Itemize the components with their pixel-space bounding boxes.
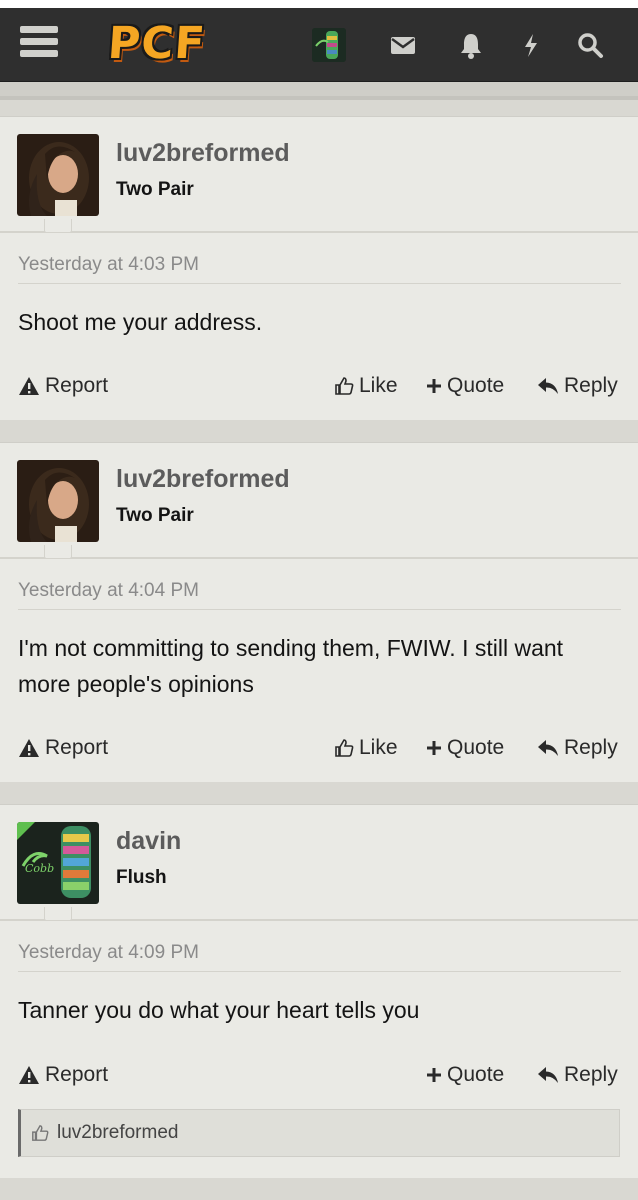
warning-icon: [19, 1066, 39, 1084]
avatar[interactable]: [17, 134, 99, 216]
like-label: Like: [359, 736, 398, 759]
thumbs-up-icon: [335, 377, 354, 395]
user-title: Two Pair: [116, 179, 194, 200]
like-button[interactable]: Like: [334, 374, 398, 398]
reply-button[interactable]: Reply: [537, 736, 618, 760]
post: luv2breformed Two Pair Yesterday at 4:04…: [0, 442, 638, 782]
reply-label: Reply: [564, 736, 618, 759]
divider: [18, 971, 621, 972]
reply-arrow-icon: [538, 1067, 558, 1083]
post-message: Shoot me your address.: [18, 309, 263, 335]
quote-label: Quote: [447, 736, 505, 759]
username[interactable]: davin: [116, 827, 181, 856]
liked-by-user[interactable]: luv2breformed: [57, 1122, 178, 1144]
bolt-icon[interactable]: [516, 30, 546, 60]
reply-label: Reply: [564, 374, 618, 397]
svg-text:Cobb: Cobb: [25, 862, 54, 875]
header-notch: [44, 545, 72, 559]
plus-icon: [427, 1068, 441, 1082]
search-icon[interactable]: [575, 30, 605, 60]
plus-icon: [427, 741, 441, 755]
post-actions: Report Like Quote Reply: [0, 736, 638, 766]
top-navigation-bar: PCF: [0, 8, 638, 82]
user-avatar-nav[interactable]: [312, 28, 346, 62]
post-header: Cobb davin Flush: [0, 805, 638, 921]
quote-button[interactable]: Quote: [426, 374, 504, 398]
quote-button[interactable]: Quote: [426, 736, 504, 760]
header-notch: [44, 907, 72, 921]
user-title: Two Pair: [116, 505, 194, 526]
reply-button[interactable]: Reply: [537, 1063, 618, 1087]
post-actions: Report Like Quote Reply: [0, 374, 638, 404]
site-logo[interactable]: PCF: [106, 18, 207, 69]
warning-icon: [19, 739, 39, 757]
post: Cobb davin Flush Yesterday at 4:09 PM Ta…: [0, 804, 638, 1178]
report-label: Report: [45, 736, 109, 759]
post-header: luv2breformed Two Pair: [0, 443, 638, 559]
thumbs-up-icon: [335, 739, 354, 757]
avatar[interactable]: [17, 460, 99, 542]
post: luv2breformed Two Pair Yesterday at 4:03…: [0, 116, 638, 420]
like-label: Like: [359, 374, 398, 397]
menu-icon[interactable]: [20, 26, 58, 62]
thumbs-up-icon: [32, 1125, 49, 1141]
report-button[interactable]: Report: [18, 736, 108, 760]
username[interactable]: luv2breformed: [116, 465, 290, 494]
username[interactable]: luv2breformed: [116, 139, 290, 168]
header-notch: [44, 219, 72, 233]
post-date[interactable]: Yesterday at 4:04 PM: [18, 580, 199, 602]
report-button[interactable]: Report: [18, 374, 108, 398]
post-header: luv2breformed Two Pair: [0, 117, 638, 233]
post-date[interactable]: Yesterday at 4:03 PM: [18, 254, 199, 276]
like-button[interactable]: Like: [334, 736, 398, 760]
envelope-icon[interactable]: [388, 30, 418, 60]
post-message: I'm not committing to sending them, FWIW…: [18, 635, 564, 697]
quote-label: Quote: [447, 374, 505, 397]
sub-navigation-bar: [0, 82, 638, 100]
post-message: Tanner you do what your heart tells you: [18, 997, 420, 1023]
divider: [18, 283, 621, 284]
reply-arrow-icon: [538, 378, 558, 394]
avatar[interactable]: Cobb: [17, 822, 99, 904]
top-strip: [0, 0, 638, 8]
likes-summary: luv2breformed: [18, 1109, 620, 1157]
plus-icon: [427, 379, 441, 393]
report-label: Report: [45, 374, 109, 397]
user-title: Flush: [116, 867, 167, 888]
quote-label: Quote: [447, 1063, 505, 1086]
report-button[interactable]: Report: [18, 1063, 108, 1087]
reply-button[interactable]: Reply: [537, 374, 618, 398]
quote-button[interactable]: Quote: [426, 1063, 504, 1087]
warning-icon: [19, 377, 39, 395]
reply-arrow-icon: [538, 740, 558, 756]
post-date[interactable]: Yesterday at 4:09 PM: [18, 942, 199, 964]
post-actions: Report Quote Reply: [0, 1063, 638, 1093]
bell-icon[interactable]: [456, 30, 486, 60]
report-label: Report: [45, 1063, 109, 1086]
reply-label: Reply: [564, 1063, 618, 1086]
divider: [18, 609, 621, 610]
